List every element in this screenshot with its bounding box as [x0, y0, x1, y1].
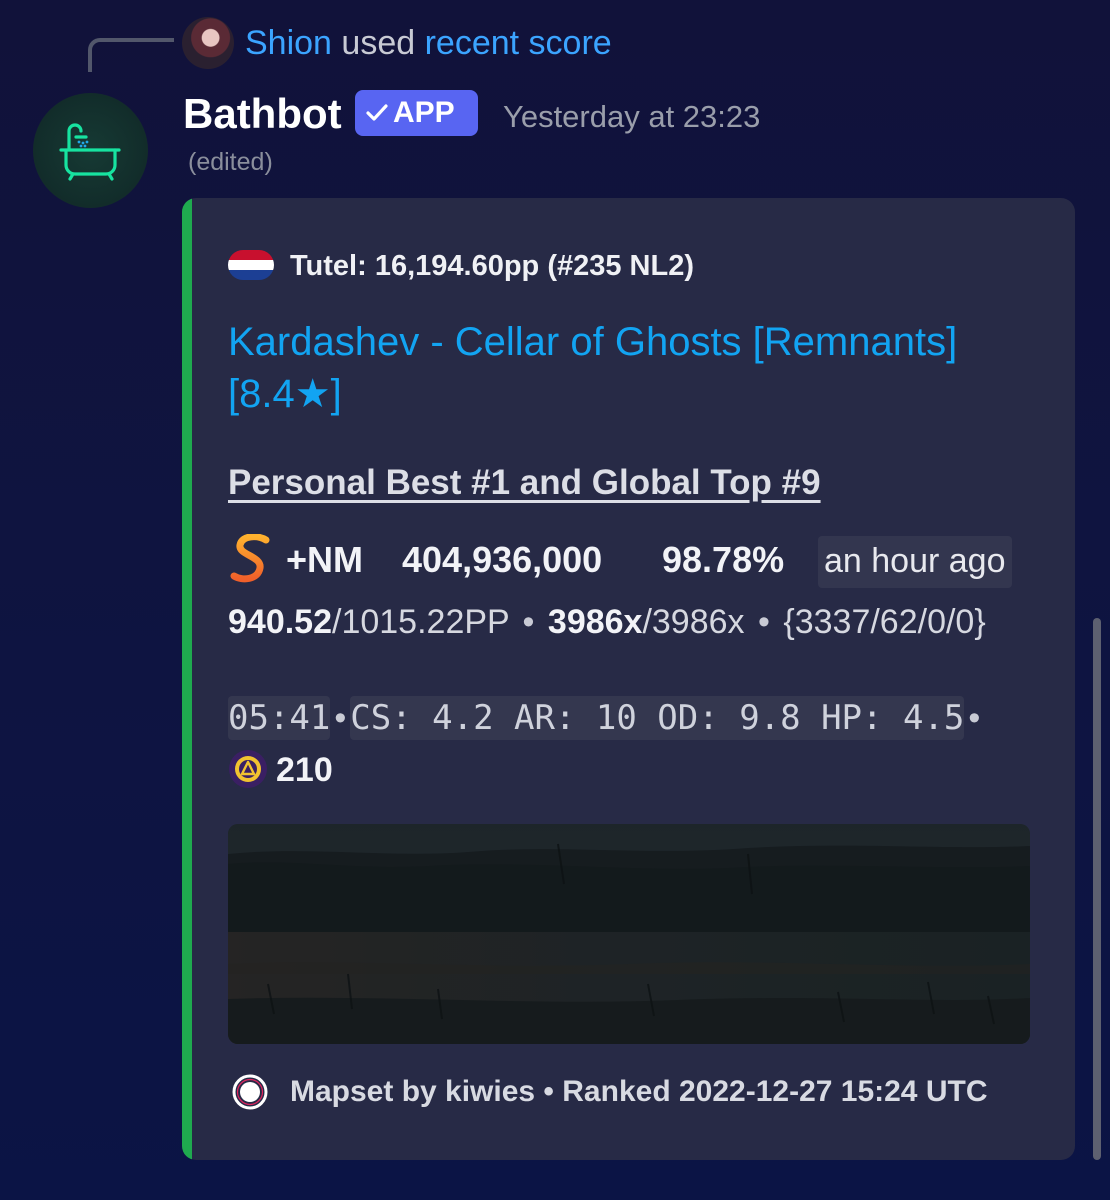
separator: • — [758, 603, 770, 641]
time-ago: an hour ago — [818, 536, 1012, 588]
app-badge: APP — [355, 90, 478, 136]
reply-context: Shion used recent score — [245, 20, 612, 66]
separator: • — [334, 699, 347, 737]
max-combo-value: /3986x — [642, 603, 745, 641]
playcount-value: 210 — [276, 751, 333, 789]
reply-used-label: used — [341, 24, 416, 62]
map-difficulty-attributes: CS: 4.2 AR: 10 OD: 9.8 HP: 4.5 — [350, 696, 965, 740]
playcount-icon — [229, 750, 267, 788]
bot-avatar[interactable] — [33, 93, 148, 208]
score-embed: Tutel: 16,194.60pp (#235 NL2) Kardashev … — [182, 198, 1075, 1160]
accuracy-value: 98.78% — [662, 539, 785, 580]
pp-value: 940.52 — [228, 603, 332, 641]
max-pp-value: /1015.22PP — [332, 603, 510, 641]
separator: • — [522, 603, 535, 641]
reply-username[interactable]: Shion — [245, 24, 332, 62]
map-attributes: 05:41 • CS: 4.2 AR: 10 OD: 9.8 HP: 4.5 • 21… — [228, 692, 1028, 796]
embed-accent-bar — [182, 198, 192, 1160]
reply-command[interactable]: recent score — [425, 24, 612, 62]
bathtub-icon — [59, 123, 121, 181]
netherlands-flag-icon — [228, 250, 274, 280]
embed-subtitle: Personal Best #1 and Global Top #9 — [228, 463, 821, 502]
separator: • — [968, 699, 981, 737]
score-value: 404,936,000 — [402, 539, 603, 580]
embed-author[interactable]: Tutel: 16,194.60pp (#235 NL2) — [290, 246, 694, 286]
pp-combo-line: 940.52/1015.22PP • 3986x/3986x • {3337/6… — [228, 598, 1048, 646]
hit-counts: {3337/62/0/0} — [783, 603, 986, 641]
reply-user-avatar[interactable] — [182, 17, 234, 69]
reply-connector — [88, 38, 174, 72]
grade-s-icon — [230, 534, 270, 583]
combo-value: 3986x — [547, 603, 643, 641]
author-name[interactable]: Bathbot — [183, 88, 342, 140]
edited-label: (edited) — [188, 148, 273, 176]
osu-mode-icon — [232, 1074, 268, 1110]
embed-title-link[interactable]: Kardashev - Cellar of Ghosts [Remnants] … — [228, 316, 1048, 420]
verified-check-icon — [365, 90, 393, 136]
app-badge-label: APP — [393, 96, 455, 129]
message-timestamp[interactable]: Yesterday at 23:23 — [503, 96, 760, 138]
beatmap-banner-image[interactable] — [228, 824, 1030, 1044]
embed-footer: Mapset by kiwies • Ranked 2022-12-27 15:… — [290, 1075, 988, 1108]
mods-label: +NM — [286, 539, 364, 580]
map-length: 05:41 — [228, 696, 331, 740]
scrollbar[interactable] — [1093, 618, 1101, 1160]
